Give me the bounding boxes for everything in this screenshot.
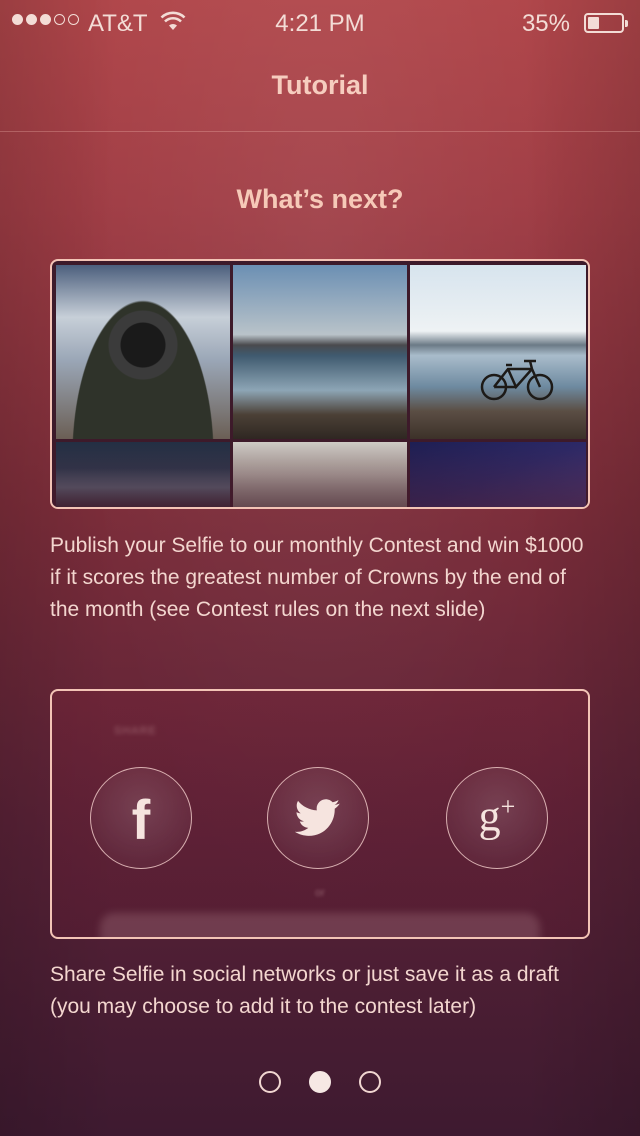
page-dot-2[interactable] <box>309 1071 331 1093</box>
page-indicator[interactable] <box>0 1071 640 1093</box>
photo-grid-fade <box>52 437 588 507</box>
facebook-icon: f <box>131 788 151 851</box>
bicycle-shore-photo <box>410 265 586 439</box>
seaside-dusk-photo <box>233 265 407 439</box>
share-description: Share Selfie in social networks or just … <box>50 963 559 1018</box>
page-heading: What’s next? <box>236 184 404 214</box>
facebook-share-button[interactable]: f <box>90 767 192 869</box>
share-label: SHARE <box>114 725 157 737</box>
battery-icon <box>584 13 628 33</box>
navigation-bar: Tutorial <box>0 40 640 132</box>
battery-percent: 35% <box>521 10 570 37</box>
photo-grid-card <box>50 259 590 509</box>
or-label: or <box>315 887 325 899</box>
contest-description: Publish your Selfie to our monthly Conte… <box>50 534 584 621</box>
twitter-share-button[interactable] <box>267 767 369 869</box>
pilot-selfie-photo <box>56 265 230 439</box>
nav-title: Tutorial <box>271 70 369 100</box>
page-dot-1[interactable] <box>259 1071 281 1093</box>
twitter-bird-icon <box>295 799 340 836</box>
google-plus-icon: g+ <box>478 791 516 841</box>
status-bar: AT&T 4:21 PM 35% <box>0 0 640 40</box>
bicycle-icon <box>480 359 554 401</box>
save-draft-button-preview <box>100 913 540 937</box>
page-dot-3[interactable] <box>359 1071 381 1093</box>
share-preview-card: SHARE f g+ or <box>50 689 590 939</box>
google-plus-share-button[interactable]: g+ <box>446 767 548 869</box>
battery-fill <box>588 17 599 29</box>
